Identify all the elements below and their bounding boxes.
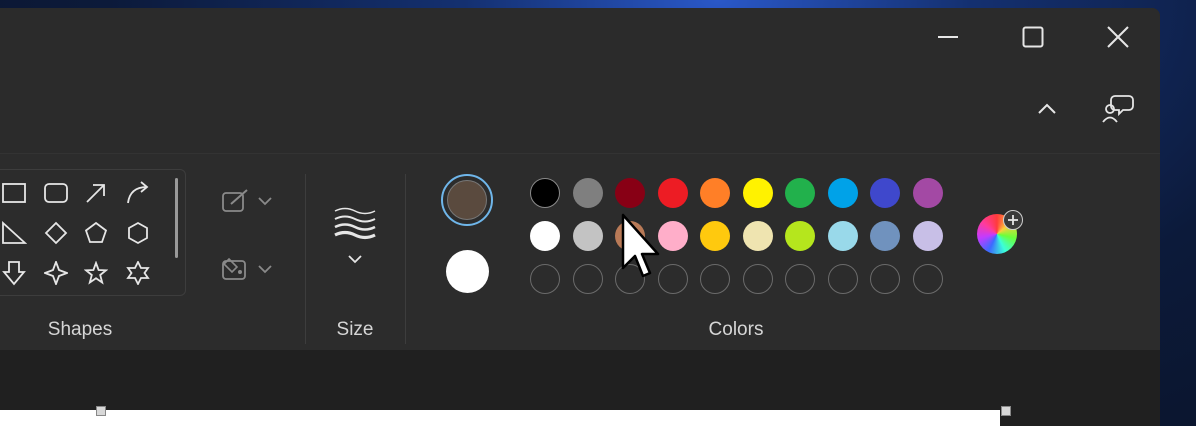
rectangle-shape-button[interactable] xyxy=(0,178,29,208)
curved-arrow-icon xyxy=(127,181,149,204)
arrow-shape-button[interactable] xyxy=(81,178,111,208)
feedback-icon xyxy=(1102,95,1134,123)
triangle-shape-button[interactable] xyxy=(0,218,29,248)
paint-window: Shapes Size Colors xyxy=(0,8,1160,426)
color-swatch[interactable] xyxy=(657,178,688,208)
title-bar xyxy=(0,8,1160,153)
color-swatch[interactable] xyxy=(785,221,815,251)
five-point-star-shape-button[interactable] xyxy=(81,258,111,288)
size-group-label: Size xyxy=(336,319,374,340)
chevron-down-icon xyxy=(258,197,272,206)
line-thickness-icon xyxy=(334,207,376,240)
custom-color-slot[interactable] xyxy=(870,264,900,294)
color-swatch[interactable] xyxy=(742,221,773,251)
separator xyxy=(305,174,306,344)
four-point-star-shape-button[interactable] xyxy=(41,258,71,288)
rounded-rectangle-icon xyxy=(44,183,68,203)
drawing-canvas[interactable] xyxy=(0,410,1000,426)
color-swatch[interactable] xyxy=(700,178,730,208)
color-swatch[interactable] xyxy=(912,178,943,208)
custom-color-slot[interactable] xyxy=(912,264,943,294)
color-swatch[interactable] xyxy=(700,221,730,251)
pentagon-shape-button[interactable] xyxy=(81,218,111,248)
canvas-resize-handle[interactable] xyxy=(1001,406,1011,416)
shapes-gallery xyxy=(0,169,186,296)
chevron-up-icon xyxy=(1038,103,1056,114)
custom-color-slot[interactable] xyxy=(827,264,858,294)
diamond-icon xyxy=(44,221,68,245)
feedback-button[interactable] xyxy=(1098,88,1138,128)
maximize-button[interactable] xyxy=(1015,22,1051,52)
hexagon-icon xyxy=(128,221,148,245)
chevron-down-icon xyxy=(348,255,362,264)
six-point-star-shape-button[interactable] xyxy=(123,258,153,288)
minimize-button[interactable] xyxy=(930,22,966,52)
collapse-ribbon-button[interactable] xyxy=(1031,92,1063,124)
arrow-icon xyxy=(86,184,105,203)
color-swatch[interactable] xyxy=(530,178,560,208)
custom-color-slot[interactable] xyxy=(530,264,560,294)
custom-color-slot[interactable] xyxy=(657,264,688,294)
color-swatch[interactable] xyxy=(870,178,900,208)
close-button[interactable] xyxy=(1100,22,1136,52)
color-swatch[interactable] xyxy=(615,178,645,208)
hexagon-shape-button[interactable] xyxy=(123,218,153,248)
right-triangle-icon xyxy=(2,221,27,244)
curved-arrow-shape-button[interactable] xyxy=(123,178,153,208)
six-point-star-icon xyxy=(126,261,150,285)
custom-color-slot[interactable] xyxy=(700,264,730,294)
fill-bucket-icon xyxy=(222,257,246,280)
pentagon-icon xyxy=(84,221,108,243)
rounded-rectangle-shape-button[interactable] xyxy=(41,178,71,208)
chevron-down-icon xyxy=(258,265,272,274)
shapes-scrollbar[interactable] xyxy=(175,178,178,258)
color-swatch[interactable] xyxy=(742,178,773,208)
shape-fill-dropdown[interactable] xyxy=(216,252,278,286)
five-point-star-icon xyxy=(84,261,108,285)
shape-outline-dropdown[interactable] xyxy=(216,184,278,218)
four-point-star-icon xyxy=(44,261,68,285)
color-swatch[interactable] xyxy=(827,178,858,208)
maximize-icon xyxy=(1022,26,1044,48)
custom-color-slot[interactable] xyxy=(572,264,603,294)
color-swatch[interactable] xyxy=(530,221,560,251)
pen-outline-icon xyxy=(222,189,248,212)
rectangle-icon xyxy=(2,183,26,203)
colors-group-label: Colors xyxy=(708,319,764,340)
close-icon xyxy=(1107,26,1129,48)
add-color-plus-icon xyxy=(1003,210,1023,230)
down-arrow-shape-button[interactable] xyxy=(0,258,29,288)
mouse-pointer-icon xyxy=(621,213,660,278)
color-swatch[interactable] xyxy=(572,178,603,208)
canvas-area xyxy=(0,350,1160,426)
color-swatch[interactable] xyxy=(785,178,815,208)
custom-color-slot[interactable] xyxy=(742,264,773,294)
color-swatch[interactable] xyxy=(870,221,900,251)
shapes-group-label: Shapes xyxy=(47,319,113,340)
diamond-shape-button[interactable] xyxy=(41,218,71,248)
canvas-resize-handle[interactable] xyxy=(96,406,106,416)
color-swatch[interactable] xyxy=(657,221,688,251)
primary-color-swatch[interactable] xyxy=(447,180,487,220)
color-swatch[interactable] xyxy=(912,221,943,251)
brush-size-button[interactable] xyxy=(326,194,384,276)
minimize-icon xyxy=(938,36,958,38)
ribbon: Shapes Size Colors xyxy=(0,153,1160,350)
color-swatch[interactable] xyxy=(572,221,603,251)
custom-color-slot[interactable] xyxy=(785,264,815,294)
separator xyxy=(405,174,406,344)
down-arrow-icon xyxy=(2,261,26,286)
color-swatch[interactable] xyxy=(827,221,858,251)
secondary-color-swatch[interactable] xyxy=(446,250,489,293)
